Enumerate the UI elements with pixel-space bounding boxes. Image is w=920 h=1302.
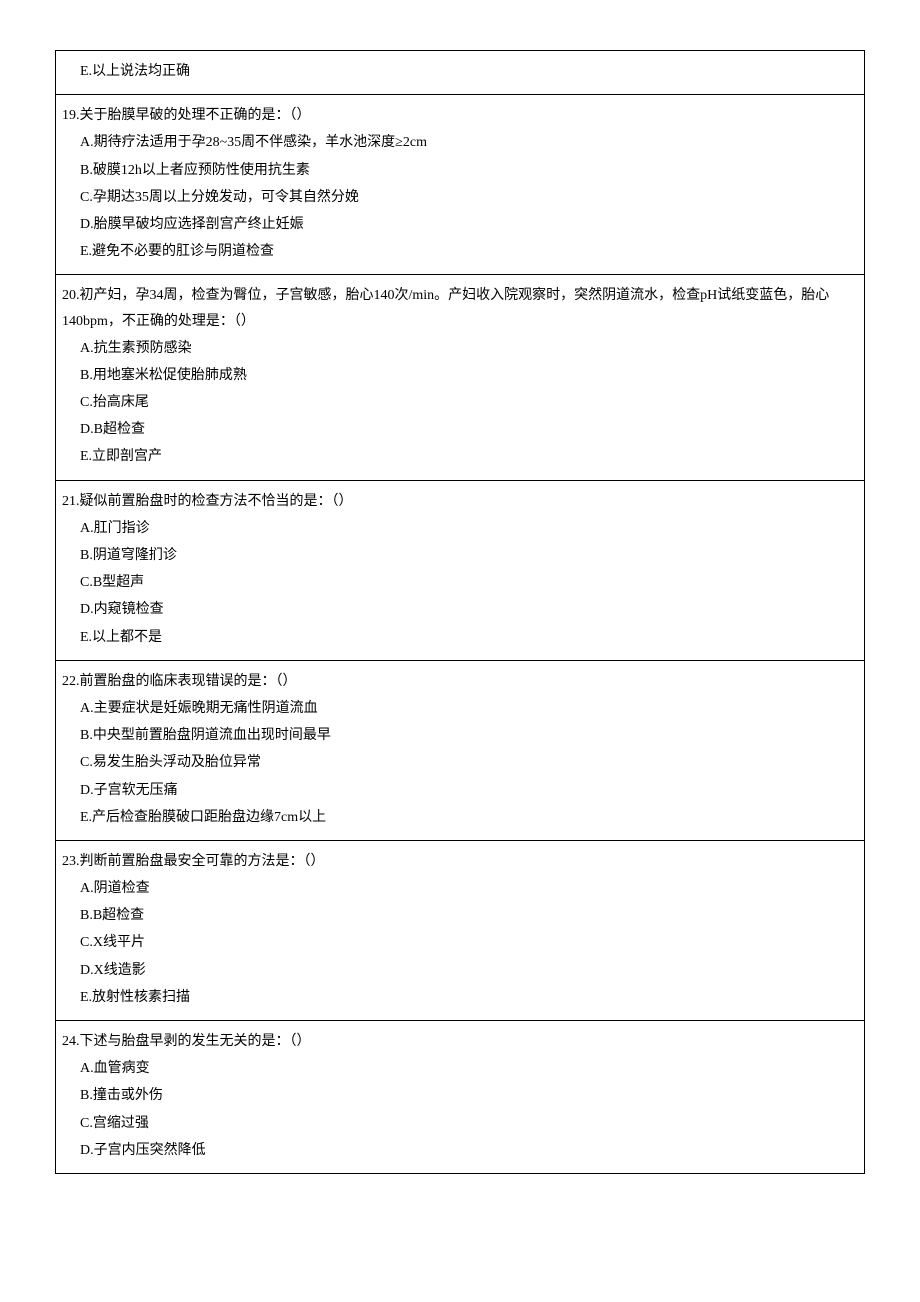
option-20-b: B.用地塞米松促使胎肺成熟 xyxy=(62,363,858,388)
option-19-c: C.孕期达35周以上分娩发动，可令其自然分娩 xyxy=(62,185,858,210)
question-block-20: 20.初产妇，孕34周，检查为臀位，子宫敏感，胎心140次/min。产妇收入院观… xyxy=(55,275,865,480)
option-20-a: A.抗生素预防感染 xyxy=(62,336,858,361)
option-24-c: C.宫缩过强 xyxy=(62,1111,858,1136)
option-23-d: D.X线造影 xyxy=(62,958,858,983)
option-19-b: B.破膜12h以上者应预防性使用抗生素 xyxy=(62,158,858,183)
option-23-b: B.B超检查 xyxy=(62,903,858,928)
option-22-b: B.中央型前置胎盘阴道流血出现时间最早 xyxy=(62,723,858,748)
option-19-d: D.胎膜早破均应选择剖宫产终止妊娠 xyxy=(62,212,858,237)
question-stem-24: 24.下述与胎盘早剥的发生无关的是：（） xyxy=(62,1029,858,1054)
option-22-e: E.产后检查胎膜破口距胎盘边缘7cm以上 xyxy=(62,805,858,830)
option-21-d: D.内窥镜检查 xyxy=(62,597,858,622)
option-18-e: E.以上说法均正确 xyxy=(62,59,858,84)
question-stem-22: 22.前置胎盘的临床表现错误的是：（） xyxy=(62,669,858,694)
option-20-d: D.B超检查 xyxy=(62,417,858,442)
question-stem-21: 21.疑似前置胎盘时的检查方法不恰当的是：（） xyxy=(62,489,858,514)
question-block-24: 24.下述与胎盘早剥的发生无关的是：（） A.血管病变 B.撞击或外伤 C.宫缩… xyxy=(55,1021,865,1174)
option-24-a: A.血管病变 xyxy=(62,1056,858,1081)
option-23-a: A.阴道检查 xyxy=(62,876,858,901)
option-23-e: E.放射性核素扫描 xyxy=(62,985,858,1010)
question-stem-19: 19.关于胎膜早破的处理不正确的是：（） xyxy=(62,103,858,128)
option-24-d: D.子宫内压突然降低 xyxy=(62,1138,858,1163)
option-21-a: A.肛门指诊 xyxy=(62,516,858,541)
option-23-c: C.X线平片 xyxy=(62,930,858,955)
question-stem-20: 20.初产妇，孕34周，检查为臀位，子宫敏感，胎心140次/min。产妇收入院观… xyxy=(62,283,858,333)
question-block-22: 22.前置胎盘的临床表现错误的是：（） A.主要症状是妊娠晚期无痛性阴道流血 B… xyxy=(55,661,865,841)
question-block-21: 21.疑似前置胎盘时的检查方法不恰当的是：（） A.肛门指诊 B.阴道穹隆扪诊 … xyxy=(55,481,865,661)
option-22-d: D.子宫软无压痛 xyxy=(62,778,858,803)
question-block-23: 23.判断前置胎盘最安全可靠的方法是：（） A.阴道检查 B.B超检查 C.X线… xyxy=(55,841,865,1021)
option-22-c: C.易发生胎头浮动及胎位异常 xyxy=(62,750,858,775)
option-21-c: C.B型超声 xyxy=(62,570,858,595)
option-22-a: A.主要症状是妊娠晚期无痛性阴道流血 xyxy=(62,696,858,721)
question-block-19: 19.关于胎膜早破的处理不正确的是：（） A.期待疗法适用于孕28~35周不伴感… xyxy=(55,95,865,275)
option-21-b: B.阴道穹隆扪诊 xyxy=(62,543,858,568)
option-21-e: E.以上都不是 xyxy=(62,625,858,650)
option-24-b: B.撞击或外伤 xyxy=(62,1083,858,1108)
option-19-a: A.期待疗法适用于孕28~35周不伴感染，羊水池深度≥2cm xyxy=(62,130,858,155)
option-20-e: E.立即剖宫产 xyxy=(62,444,858,469)
option-19-e: E.避免不必要的肛诊与阴道检查 xyxy=(62,239,858,264)
question-block-18e: E.以上说法均正确 xyxy=(55,50,865,95)
question-stem-23: 23.判断前置胎盘最安全可靠的方法是：（） xyxy=(62,849,858,874)
option-20-c: C.抬高床尾 xyxy=(62,390,858,415)
